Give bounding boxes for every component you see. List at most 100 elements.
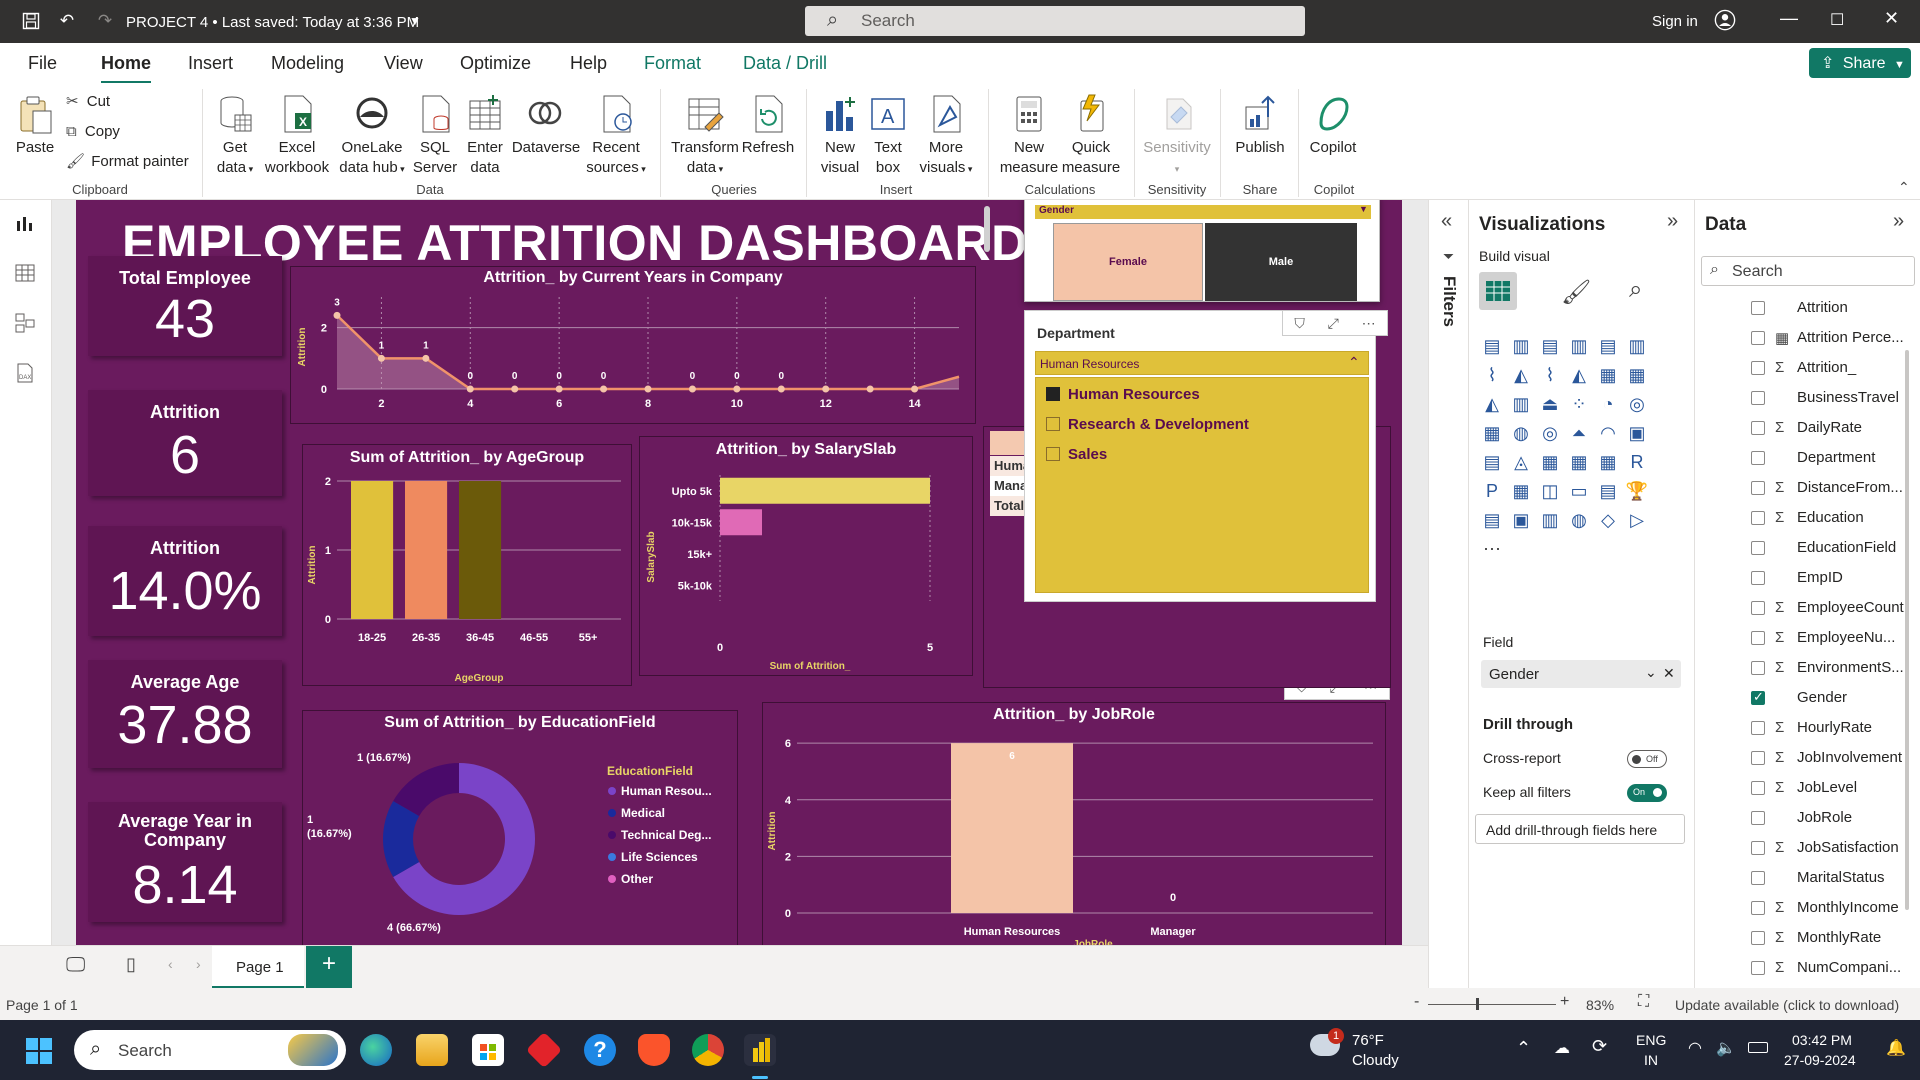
checkbox[interactable] — [1046, 447, 1060, 461]
edge-browser-icon[interactable] — [360, 1034, 392, 1066]
filter-icon[interactable]: ⛉ — [1294, 315, 1305, 332]
chevron-down-icon[interactable]: ▼ — [404, 10, 426, 32]
power-apps-icon[interactable]: ◇ — [1595, 510, 1621, 534]
menu-help[interactable]: Help — [570, 53, 607, 74]
more-options-icon[interactable]: ⋯ — [1362, 315, 1376, 332]
chart-attrition-by-years[interactable]: Attrition_ by Current Years in Company 0… — [290, 266, 976, 424]
field-row[interactable]: Σ Education — [1695, 504, 1920, 534]
filters-pane-collapsed[interactable]: « ⏷ Filters — [1428, 200, 1468, 988]
slicer-item-sales[interactable]: Sales — [1046, 446, 1107, 463]
taskbar-search[interactable]: ⌕ Search — [74, 1030, 346, 1070]
pie-icon[interactable]: ⁘ — [1566, 394, 1592, 418]
publish-button[interactable]: Publish — [1230, 93, 1290, 158]
slicer-option-male[interactable]: Male — [1205, 223, 1357, 301]
close-icon[interactable]: ✕ — [1884, 8, 1899, 29]
zoom-in-button[interactable]: + — [1560, 993, 1569, 1011]
checkbox[interactable] — [1751, 751, 1765, 765]
checkbox[interactable] — [1751, 481, 1765, 495]
brave-browser-icon[interactable] — [638, 1034, 670, 1066]
menu-view[interactable]: View — [384, 53, 423, 74]
checkbox[interactable] — [1751, 331, 1765, 345]
excel-workbook-button[interactable]: X Excel workbook — [262, 93, 332, 178]
next-page-icon[interactable]: › — [196, 956, 201, 972]
menu-modeling[interactable]: Modeling — [271, 53, 344, 74]
treemap-icon[interactable]: ◎ — [1624, 394, 1650, 418]
remove-field-icon[interactable]: ✕ — [1663, 665, 1675, 682]
field-row[interactable]: Σ EnvironmentS... — [1695, 654, 1920, 684]
filled-map-icon[interactable]: ◍ — [1508, 423, 1534, 447]
keep-all-filters-toggle[interactable]: On — [1627, 784, 1667, 802]
field-row[interactable]: ▦ Attrition Perce... — [1695, 324, 1920, 354]
field-row[interactable]: Σ Attrition_ — [1695, 354, 1920, 384]
field-row[interactable]: Σ DistanceFrom... — [1695, 474, 1920, 504]
field-list-scrollbar[interactable] — [1905, 350, 1909, 910]
maximize-icon[interactable]: ☐ — [1830, 10, 1844, 30]
get-data-button[interactable]: Get data ▾ — [212, 93, 258, 179]
checkbox[interactable] — [1751, 571, 1765, 585]
goals-icon[interactable]: 🏆 — [1624, 481, 1650, 505]
matrix-icon[interactable]: ▦ — [1566, 452, 1592, 476]
copy-button[interactable]: ⧉ Copy — [66, 122, 120, 142]
menu-file[interactable]: File — [28, 53, 57, 74]
network-off-icon[interactable]: ☁ — [1554, 1038, 1570, 1058]
gauge-icon[interactable]: ⏶ — [1566, 423, 1592, 447]
narrative-icon[interactable]: ▭ — [1566, 481, 1592, 505]
checkbox[interactable] — [1751, 721, 1765, 735]
notification-bell-icon[interactable]: 🔔 — [1886, 1038, 1906, 1058]
copilot-button[interactable]: Copilot — [1306, 93, 1360, 158]
kpi-icon[interactable]: ▤ — [1479, 452, 1505, 476]
collapse-ribbon-icon[interactable]: ⌃ — [1898, 179, 1910, 196]
checkbox[interactable] — [1751, 841, 1765, 855]
account-icon[interactable] — [1714, 9, 1736, 31]
canvas-scrollbar[interactable] — [984, 206, 990, 252]
chevron-down-icon[interactable]: ⌄ — [1645, 664, 1657, 681]
build-visual-tab[interactable] — [1479, 272, 1517, 310]
project-title[interactable]: PROJECT 4 • Last saved: Today at 3:36 PM — [126, 14, 419, 31]
chevron-double-right-icon[interactable]: » — [1893, 210, 1904, 233]
qa-icon[interactable]: ◫ — [1537, 481, 1563, 505]
checkbox[interactable] — [1751, 451, 1765, 465]
field-row[interactable]: Attrition — [1695, 294, 1920, 324]
cross-report-toggle[interactable]: Off — [1627, 750, 1667, 768]
arcgis-icon[interactable]: ◍ — [1566, 510, 1592, 534]
field-row[interactable]: Σ JobSatisfaction — [1695, 834, 1920, 864]
gender-slicer[interactable]: Gender ▼ Female Male — [1024, 200, 1380, 302]
weather-description[interactable]: Cloudy — [1352, 1052, 1399, 1069]
prev-page-icon[interactable]: ‹ — [168, 956, 173, 972]
checkbox[interactable] — [1751, 391, 1765, 405]
windows-start-icon[interactable] — [26, 1038, 52, 1067]
kpi-card-average-years[interactable]: Average Year in Company 8.14 — [88, 802, 282, 922]
new-measure-button[interactable]: New measure — [996, 93, 1062, 178]
100-column-icon[interactable]: ▥ — [1624, 336, 1650, 360]
donut-icon[interactable]: ◔ — [1595, 394, 1621, 418]
checkbox-checked[interactable] — [1751, 689, 1765, 705]
clock-time[interactable]: 03:42 PM — [1792, 1032, 1852, 1048]
waterfall-icon[interactable]: ◭ — [1479, 394, 1505, 418]
chart-attrition-by-agegroup[interactable]: Sum of Attrition_ by AgeGroup 0 1 2 Attriti… — [302, 444, 632, 686]
field-row[interactable]: Department — [1695, 444, 1920, 474]
minimize-icon[interactable]: — — [1780, 8, 1798, 29]
line-column-icon[interactable]: ▦ — [1595, 365, 1621, 389]
funnel-icon[interactable]: ▥ — [1508, 394, 1534, 418]
checkbox-checked[interactable] — [1046, 387, 1060, 401]
checkbox[interactable] — [1751, 541, 1765, 555]
slicer-option-female[interactable]: Female — [1053, 223, 1203, 301]
field-row[interactable]: Σ EmployeeCount — [1695, 594, 1920, 624]
scatter-icon[interactable]: ⏏ — [1537, 394, 1563, 418]
clustered-bar-icon[interactable]: ▤ — [1537, 336, 1563, 360]
kpi-card-total-employee[interactable]: Total Employee 43 — [88, 256, 282, 356]
checkbox[interactable] — [1751, 361, 1765, 375]
field-row[interactable]: Σ NumCompani... — [1695, 954, 1920, 984]
checkbox[interactable] — [1751, 781, 1765, 795]
menu-home[interactable]: Home — [101, 53, 152, 84]
help-icon[interactable]: ? — [584, 1034, 616, 1066]
azure-map-icon[interactable]: ◎ — [1537, 423, 1563, 447]
field-row[interactable]: EducationField — [1695, 534, 1920, 564]
field-row[interactable]: Σ MonthlyRate — [1695, 924, 1920, 954]
add-drill-through-field[interactable]: Add drill-through fields here — [1475, 814, 1685, 844]
menu-optimize[interactable]: Optimize — [460, 53, 531, 74]
checkbox[interactable] — [1751, 631, 1765, 645]
stacked-area-icon[interactable]: ⌇ — [1537, 365, 1563, 389]
add-page-button[interactable]: + — [306, 946, 352, 989]
chevron-up-icon[interactable]: ⌃ — [1516, 1038, 1531, 1059]
